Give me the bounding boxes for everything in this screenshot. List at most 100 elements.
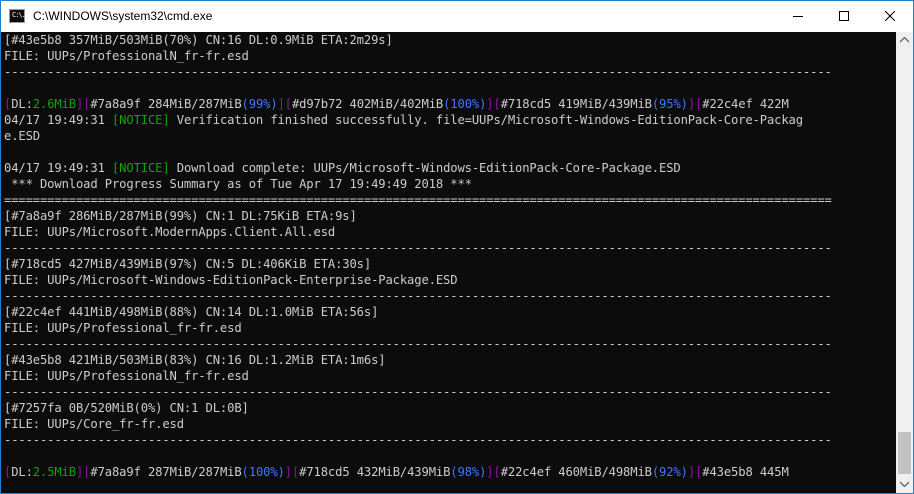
scroll-up-button[interactable] bbox=[896, 32, 913, 49]
console-line: [#718cd5 427MiB/439MiB(97%) CN:5 DL:406K… bbox=[4, 256, 896, 272]
console-text: (99%) bbox=[241, 97, 278, 111]
console-text: [ bbox=[493, 465, 501, 479]
chevron-up-icon bbox=[900, 37, 909, 43]
console-text: (100%) bbox=[443, 97, 487, 111]
console-line: FILE: UUPs/Microsoft-Windows-EditionPack… bbox=[4, 272, 896, 288]
console-text: #7a8a9f 284MiB/287MiB bbox=[90, 97, 242, 111]
console-line: [#7a8a9f 286MiB/287MiB(99%) CN:1 DL:75Ki… bbox=[4, 208, 896, 224]
console-text: *** Download Progress Summary as of Tue … bbox=[4, 177, 472, 191]
minimize-icon bbox=[793, 16, 803, 17]
console-text: #22c4ef 422M bbox=[702, 97, 789, 111]
console-line: e.ESD bbox=[4, 128, 896, 144]
console-line: [#43e5b8 357MiB/503MiB(70%) CN:16 DL:0.9… bbox=[4, 32, 896, 48]
cmd-app-icon[interactable]: C:\. bbox=[9, 9, 26, 23]
maximize-icon bbox=[839, 11, 849, 21]
console-text: ----------------------------------------… bbox=[4, 337, 832, 351]
console-text: 2.5MiB bbox=[32, 465, 76, 479]
console-text: [#43e5b8 357MiB/503MiB(70%) CN:16 DL:0.9… bbox=[4, 33, 393, 47]
console-text: ----------------------------------------… bbox=[4, 433, 832, 447]
console-text: (100%) bbox=[241, 465, 285, 479]
console-text: Download complete: UUPs/Microsoft-Window… bbox=[169, 161, 681, 175]
close-icon bbox=[885, 11, 895, 21]
console-line: FILE: UUPs/ProfessionalN_fr-fr.esd bbox=[4, 48, 896, 64]
console-text: FILE: UUPs/ProfessionalN_fr-fr.esd bbox=[4, 369, 249, 383]
console-line: ========================================… bbox=[4, 192, 896, 208]
console-text: [#7257fa 0B/520MiB(0%) CN:1 DL:0B] bbox=[4, 401, 249, 415]
console-text: ] bbox=[687, 97, 696, 111]
console-line: ----------------------------------------… bbox=[4, 432, 896, 448]
console-text: [#718cd5 427MiB/439MiB(97%) CN:5 DL:406K… bbox=[4, 257, 372, 271]
console-text: ----------------------------------------… bbox=[4, 289, 832, 303]
console-text: #7a8a9f 287MiB/287MiB bbox=[90, 465, 242, 479]
console-text: [#43e5b8 421MiB/503MiB(83%) CN:16 DL:1.2… bbox=[4, 353, 386, 367]
console-line: ----------------------------------------… bbox=[4, 240, 896, 256]
console-text: [#22c4ef 441MiB/498MiB(88%) CN:14 DL:1.0… bbox=[4, 305, 379, 319]
title-bar[interactable]: C:\. C:\WINDOWS\system32\cmd.exe bbox=[1, 1, 913, 32]
cmd-app-icon-text: C:\. bbox=[12, 11, 26, 19]
console-text: #d97b72 402MiB/402MiB bbox=[291, 97, 444, 111]
console-line: FILE: UUPs/Microsoft.ModernApps.Client.A… bbox=[4, 224, 896, 240]
console-line: FILE: UUPs/Professional_fr-fr.esd bbox=[4, 320, 896, 336]
console-text: 04/17 19:49:31 bbox=[4, 161, 112, 175]
console-text: FILE: UUPs/Microsoft-Windows-EditionPack… bbox=[4, 273, 458, 287]
console-text: [#7a8a9f 286MiB/287MiB(99%) CN:1 DL:75Ki… bbox=[4, 209, 357, 223]
console-line: [#43e5b8 421MiB/503MiB(83%) CN:16 DL:1.2… bbox=[4, 352, 896, 368]
console-text: FILE: UUPs/Professional_fr-fr.esd bbox=[4, 321, 242, 335]
console-text: NOTICE bbox=[119, 113, 163, 127]
console-text: (98%) bbox=[450, 465, 487, 479]
console-line: [DL:2.5MiB][#7a8a9f 287MiB/287MiB(100%)]… bbox=[4, 464, 896, 480]
console-text: ----------------------------------------… bbox=[4, 241, 832, 255]
cmd-window: C:\. C:\WINDOWS\system32\cmd.exe [#43e5b… bbox=[0, 0, 914, 494]
console-line: 04/17 19:49:31 [NOTICE] Verification fin… bbox=[4, 112, 896, 128]
scrollbar-thumb[interactable] bbox=[898, 432, 911, 474]
console-text: ] bbox=[162, 161, 170, 175]
console-line: [DL:2.6MiB][#7a8a9f 284MiB/287MiB(99%)][… bbox=[4, 96, 896, 112]
window-title: C:\WINDOWS\system32\cmd.exe bbox=[33, 9, 213, 23]
minimize-button[interactable] bbox=[775, 1, 821, 32]
console-text: ] bbox=[277, 97, 285, 111]
console-line: ----------------------------------------… bbox=[4, 384, 896, 400]
scroll-down-button[interactable] bbox=[896, 476, 913, 493]
console-text: #718cd5 419MiB/439MiB bbox=[500, 97, 652, 111]
console-line: ----------------------------------------… bbox=[4, 336, 896, 352]
console-text: (92%) bbox=[651, 465, 688, 479]
console-text: 04/17 19:49:31 bbox=[4, 113, 112, 127]
console-text: DL: bbox=[11, 465, 33, 479]
console-line: 04/17 19:49:31 [NOTICE] Download complet… bbox=[4, 160, 896, 176]
console-text: FILE: UUPs/ProfessionalN_fr-fr.esd bbox=[4, 49, 249, 63]
console-line: [#7257fa 0B/520MiB(0%) CN:1 DL:0B] bbox=[4, 400, 896, 416]
console-text: 2.6MiB bbox=[32, 97, 76, 111]
console-text: #718cd5 432MiB/439MiB bbox=[299, 465, 451, 479]
console-line: ----------------------------------------… bbox=[4, 64, 896, 80]
console-text: e.ESD bbox=[4, 129, 40, 143]
console-text: NOTICE bbox=[119, 161, 163, 175]
console-text: Verification finished successfully. file… bbox=[169, 113, 803, 127]
console-line: FILE: UUPs/ProfessionalN_fr-fr.esd bbox=[4, 368, 896, 384]
console-text: #43e5b8 445M bbox=[702, 465, 789, 479]
console-text: ========================================… bbox=[4, 193, 832, 207]
console-output[interactable]: [#43e5b8 357MiB/503MiB(70%) CN:16 DL:0.9… bbox=[1, 32, 896, 493]
console-text: DL: bbox=[11, 97, 33, 111]
vertical-scrollbar[interactable] bbox=[896, 32, 913, 493]
console-line: ----------------------------------------… bbox=[4, 288, 896, 304]
console-text: FILE: UUPs/Core_fr-fr.esd bbox=[4, 417, 184, 431]
console-text: ] bbox=[486, 97, 494, 111]
chevron-down-icon bbox=[900, 481, 909, 487]
console-text: ] bbox=[284, 465, 292, 479]
console-line: FILE: UUPs/Core_fr-fr.esd bbox=[4, 416, 896, 432]
console-text: ----------------------------------------… bbox=[4, 65, 832, 79]
console-text: ] bbox=[162, 113, 170, 127]
console-text: FILE: UUPs/Microsoft.ModernApps.Client.A… bbox=[4, 225, 336, 239]
console-text: [ bbox=[493, 97, 501, 111]
maximize-button[interactable] bbox=[821, 1, 867, 32]
console-text: ----------------------------------------… bbox=[4, 385, 832, 399]
console-text: ] bbox=[486, 465, 494, 479]
console-text: (95%) bbox=[651, 97, 688, 111]
close-button[interactable] bbox=[867, 1, 913, 32]
console-line: *** Download Progress Summary as of Tue … bbox=[4, 176, 896, 192]
console-text: [ bbox=[284, 97, 292, 111]
console-text: ] bbox=[687, 465, 696, 479]
